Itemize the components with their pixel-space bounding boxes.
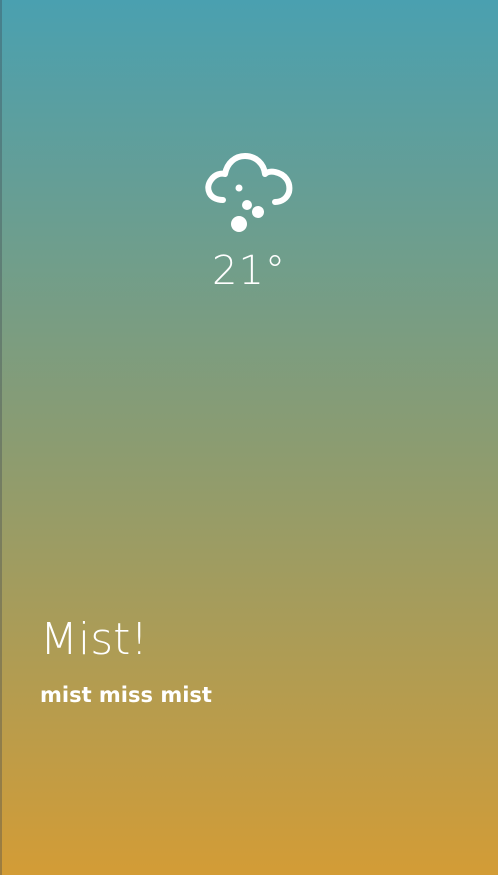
weather-icon-wrapper <box>0 150 498 238</box>
window-edge <box>0 0 2 875</box>
weather-screen: 21° Mist! mist miss mist <box>0 0 498 875</box>
weather-summary: Mist! mist miss mist <box>40 612 460 708</box>
temperature-display: 21° <box>212 248 286 294</box>
weather-headline: Mist! <box>40 614 149 665</box>
cloud-hail-icon <box>205 153 293 232</box>
weather-description: mist miss mist <box>40 683 212 707</box>
